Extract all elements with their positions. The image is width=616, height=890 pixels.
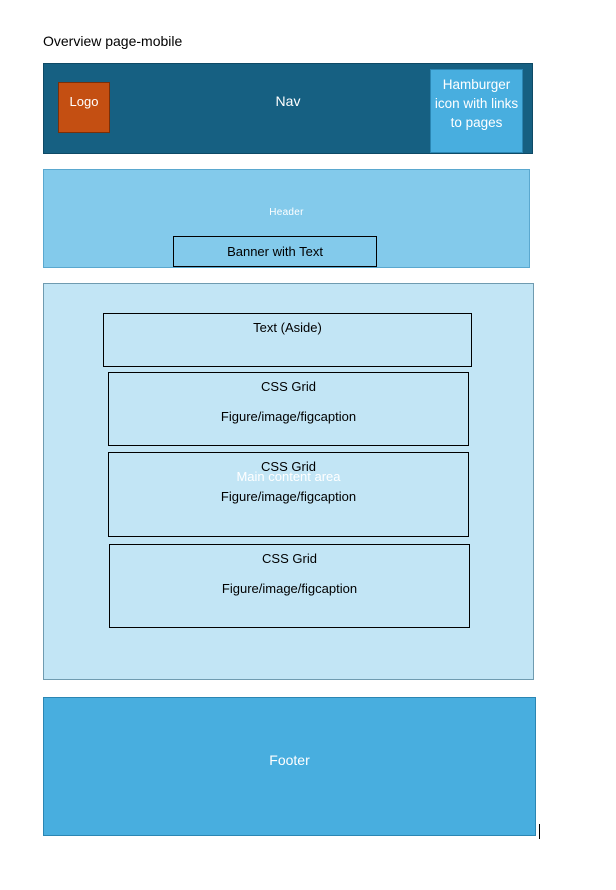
grid-title: CSS Grid (261, 379, 316, 394)
hamburger-block: Hamburger icon with links to pages (430, 69, 523, 153)
banner-block: Banner with Text (173, 236, 377, 267)
footer-label: Footer (269, 752, 310, 768)
grid-caption: Figure/image/figcaption (221, 581, 358, 596)
grid-title: CSS Grid (261, 459, 316, 474)
nav-label: Nav (275, 93, 301, 109)
aside-block: Text (Aside) (103, 313, 472, 367)
text-cursor (539, 824, 540, 839)
logo-block: Logo (58, 82, 110, 133)
grid-title: CSS Grid (262, 551, 317, 566)
css-grid-block-1: CSS Grid Figure/image/figcaption (108, 372, 469, 446)
page-title: Overview page-mobile (43, 33, 183, 49)
header-label: Header (269, 207, 304, 218)
grid-caption: Figure/image/figcaption (220, 409, 357, 424)
css-grid-block-2: CSS Grid Figure/image/figcaption (108, 452, 469, 537)
css-grid-block-3: CSS Grid Figure/image/figcaption (109, 544, 470, 628)
grid-caption: Figure/image/figcaption (220, 489, 357, 504)
